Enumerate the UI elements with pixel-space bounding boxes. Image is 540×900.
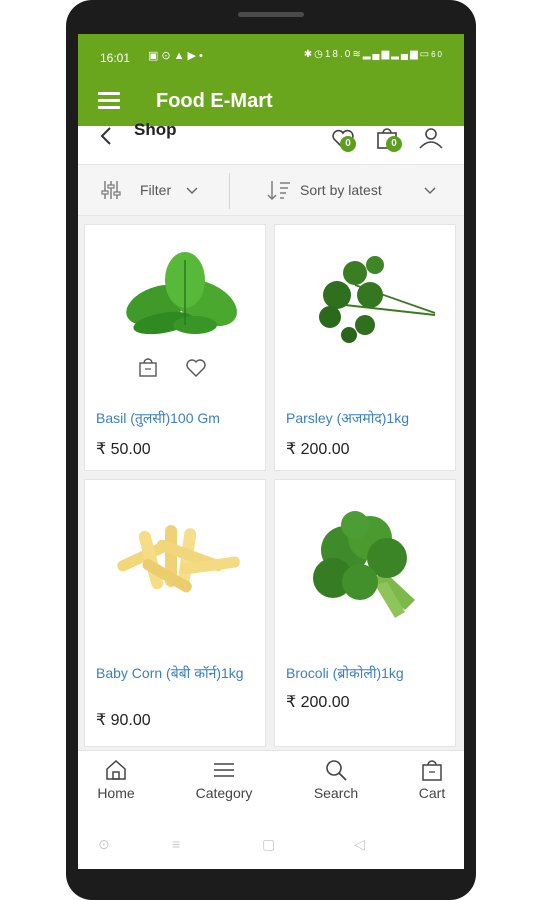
phone-speaker — [238, 12, 304, 17]
product-image-parsley[interactable] — [275, 225, 457, 345]
cart-icon — [422, 760, 442, 781]
bottom-nav: Home Category Search Cart — [78, 750, 464, 822]
product-name[interactable]: Brocoli (ब्रोकोली)1kg — [286, 664, 446, 683]
product-price: ₹ 90.00 — [96, 712, 151, 729]
menu-icon — [214, 763, 234, 777]
product-card[interactable]: Baby Corn (बेबी कॉर्न)1kg ₹ 90.00 — [84, 479, 266, 747]
bluetooth-icon: ✱ — [303, 49, 315, 60]
phone-frame: 16:01 ▣⊙▲▶• ✱◷18.0≋▂▄▆▂▄▆▭60 Food E-Mart… — [66, 0, 476, 900]
back-button-icon[interactable]: ◁ — [354, 836, 365, 853]
sort-button[interactable]: Sort by latest — [266, 177, 446, 205]
back-icon[interactable] — [98, 126, 114, 152]
product-image-baby-corn[interactable] — [85, 510, 267, 630]
nav-search[interactable]: Search — [296, 759, 376, 801]
product-card[interactable]: Basil (तुलसी)100 Gm ₹ 50.00 — [84, 224, 266, 471]
product-actions — [137, 357, 217, 379]
chevron-down-icon — [186, 187, 198, 194]
data-speed-label: 18.0 — [324, 49, 353, 60]
notification-icon: ▣ — [148, 50, 162, 62]
filter-button[interactable]: Filter — [98, 177, 208, 205]
recents-icon[interactable]: ≡ — [172, 836, 180, 852]
nav-category[interactable]: Category — [184, 759, 264, 801]
filter-label: Filter — [140, 182, 172, 198]
location-icon: ⊙ — [161, 50, 174, 62]
filter-icon — [101, 181, 121, 199]
cart-header-icon[interactable]: 0 — [374, 128, 402, 152]
status-time: 16:01 — [100, 51, 131, 65]
battery-label: 60 — [431, 50, 444, 59]
signal-icon: ▂▄▆ — [391, 49, 420, 60]
add-to-cart-icon[interactable] — [137, 357, 159, 379]
nav-cart-label: Cart — [418, 785, 446, 801]
navigation-icon: ▲ — [173, 50, 188, 62]
home-icon — [106, 759, 126, 780]
wifi-icon: ≋ — [352, 49, 363, 60]
filter-divider — [229, 173, 230, 209]
sort-icon — [267, 181, 290, 200]
product-price: ₹ 200.00 — [286, 694, 350, 711]
product-name[interactable]: Baby Corn (बेबी कॉर्न)1kg — [96, 664, 256, 683]
menu-icon[interactable] — [98, 92, 120, 110]
status-left-icons: ▣⊙▲▶• — [148, 49, 206, 62]
chevron-down-icon — [424, 187, 436, 194]
filter-bar: Filter Sort by latest — [78, 164, 464, 216]
signal-icon: ▂▄▆ — [362, 49, 392, 60]
product-price: ₹ 200.00 — [286, 441, 350, 458]
nav-home[interactable]: Home — [78, 759, 156, 801]
system-nav: ⊙ ≡ ▢ ◁ — [78, 822, 464, 869]
screen: 16:01 ▣⊙▲▶• ✱◷18.0≋▂▄▆▂▄▆▭60 Food E-Mart… — [78, 34, 464, 869]
wishlist-heart-icon[interactable] — [185, 357, 207, 379]
account-icon[interactable] — [418, 128, 444, 150]
nav-category-label: Category — [195, 785, 253, 801]
assistant-icon[interactable]: ⊙ — [98, 836, 110, 853]
battery-icon: ▭ — [419, 49, 432, 60]
page-header: Shop 0 0 — [78, 120, 464, 164]
nav-home-label: Home — [97, 785, 135, 801]
product-price: ₹ 50.00 — [96, 441, 151, 458]
product-card[interactable]: Brocoli (ब्रोकोली)1kg ₹ 200.00 — [274, 479, 456, 747]
wishlist-badge: 0 — [340, 136, 356, 152]
status-bar: 16:01 ▣⊙▲▶• ✱◷18.0≋▂▄▆▂▄▆▭60 — [78, 34, 464, 82]
wishlist-icon[interactable]: 0 — [330, 128, 356, 152]
nav-search-label: Search — [313, 785, 359, 801]
app-title: Food E-Mart — [156, 90, 273, 112]
status-right-icons: ✱◷18.0≋▂▄▆▂▄▆▭60 — [304, 49, 444, 60]
product-card[interactable]: Parsley (अजमोद)1kg ₹ 200.00 — [274, 224, 456, 471]
youtube-icon: ▶ — [187, 50, 199, 62]
page-title: Shop — [134, 120, 177, 139]
nav-cart[interactable]: Cart — [392, 759, 464, 801]
sort-label: Sort by latest — [300, 182, 382, 198]
product-name[interactable]: Basil (तुलसी)100 Gm — [96, 409, 256, 428]
home-button-icon[interactable]: ▢ — [262, 836, 275, 853]
product-image-broccoli[interactable] — [275, 500, 457, 630]
dot-icon: • — [198, 50, 206, 62]
product-name[interactable]: Parsley (अजमोद)1kg — [286, 409, 446, 428]
product-image-basil[interactable] — [85, 225, 267, 345]
cart-badge: 0 — [386, 136, 402, 152]
search-icon — [326, 760, 347, 781]
alarm-icon: ◷ — [314, 49, 325, 60]
product-grid: Basil (तुलसी)100 Gm ₹ 50.00 Parsley (अजम… — [78, 216, 464, 750]
